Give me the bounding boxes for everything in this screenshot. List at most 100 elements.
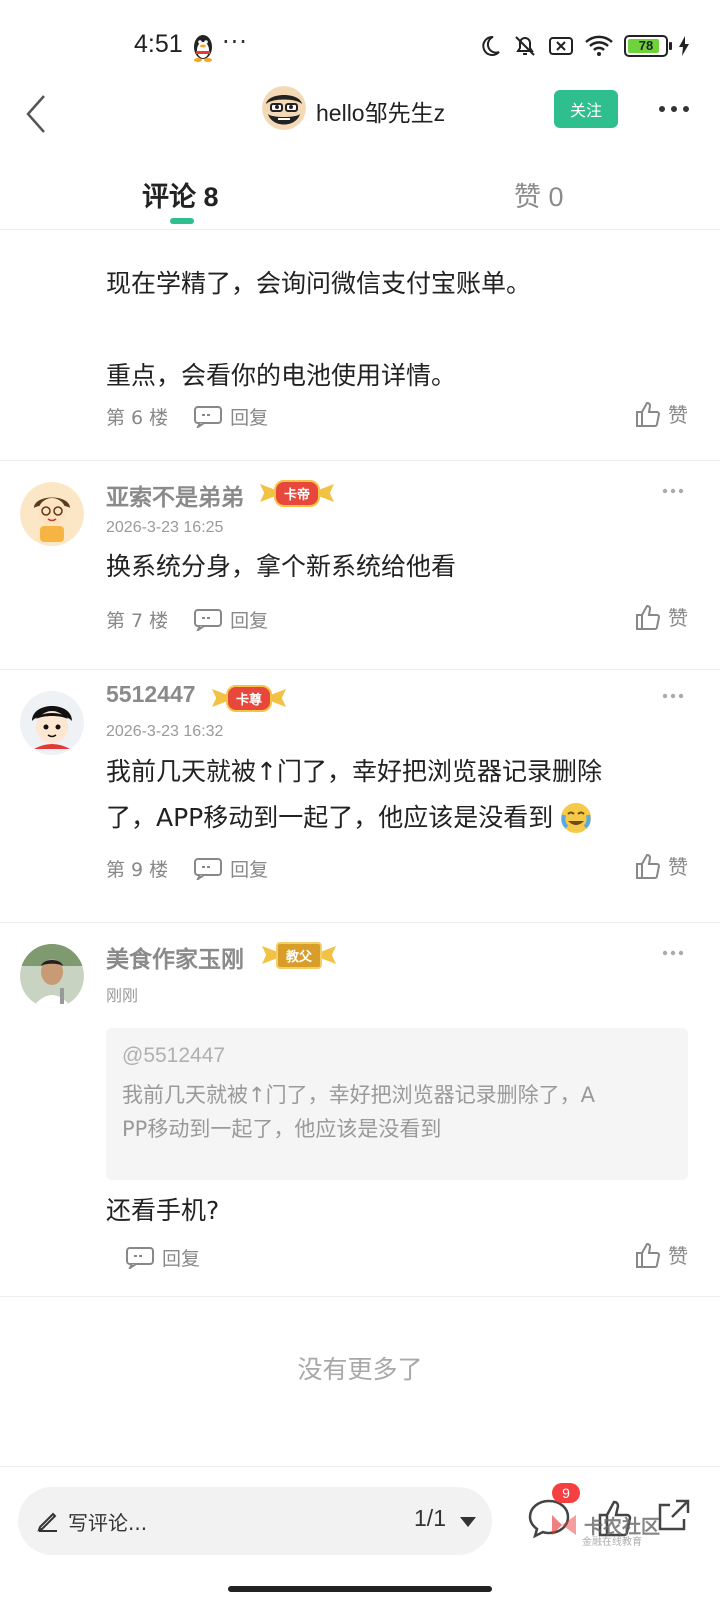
reply-bubble-icon	[194, 857, 223, 880]
avatar[interactable]	[20, 691, 84, 755]
quoted-line: PP移动到一起了，他应该是没看到	[122, 1117, 442, 1141]
username[interactable]: 亚索不是弟弟	[106, 478, 244, 512]
sim-off-icon	[549, 37, 573, 55]
comment-body: 我前几天就被↑门了，幸好把浏览器记录删除 了，APP移动到一起了，他应该是没看到	[106, 749, 676, 841]
quoted-comment[interactable]: @5512447 我前几天就被↑门了，幸好把浏览器记录删除了，A PP移动到一起…	[106, 1028, 688, 1180]
reply-bubble-icon	[194, 405, 223, 428]
comment-count-badge: 9	[552, 1483, 580, 1503]
avatar[interactable]	[20, 482, 84, 546]
like-button[interactable]: 赞	[634, 851, 688, 880]
moon-icon	[482, 35, 500, 56]
badge-wing-left-icon	[262, 946, 276, 964]
reply-bubble-icon	[126, 1246, 154, 1269]
floor-number: 第 7 楼	[106, 610, 169, 632]
comment-more-icon[interactable]	[662, 487, 684, 495]
thumbs-up-icon	[636, 604, 661, 630]
reply-button[interactable]: 回复	[194, 855, 268, 882]
comment-line: 现在学精了，会询问微信支付宝账单。	[106, 269, 532, 298]
share-icon[interactable]	[656, 1497, 692, 1533]
page-indicator[interactable]: 1/1	[414, 1505, 446, 1532]
comment-meta: 回复	[100, 1244, 200, 1271]
reply-bubble-icon	[194, 608, 223, 631]
like-button[interactable]: 赞	[634, 1240, 688, 1269]
thumbs-up-icon	[636, 853, 661, 879]
comment-time: 2026-3-23 16:32	[106, 723, 224, 740]
badge-wing-right-icon	[272, 689, 286, 707]
comment-more-icon[interactable]	[662, 692, 684, 700]
reply-label: 回复	[230, 859, 269, 881]
badge-label: 卡帝	[274, 479, 321, 507]
tab-likes[interactable]: 赞 0	[514, 175, 564, 214]
no-more-indicator: 没有更多了	[297, 1355, 423, 1384]
badge-wing-right-icon	[320, 484, 334, 502]
comment-body: 还看手机?	[106, 1196, 220, 1225]
level-badge: 卡帝	[260, 479, 334, 507]
more-horizontal-icon[interactable]	[654, 94, 694, 124]
watermark-subtext: 金融在线教育	[582, 1537, 642, 1548]
battery-icon: 78	[624, 35, 672, 57]
username[interactable]: 美食作家玉刚	[106, 940, 244, 974]
comment-latest: 美食作家玉刚 教父 刚刚 @5512447 我前几天就被↑门了，幸好把浏览器记录…	[0, 924, 720, 1297]
status-more-dots: ···	[222, 28, 248, 56]
comment-line: 了，APP移动到一起了，他应该是没看到	[106, 795, 676, 841]
chevron-down-icon[interactable]	[460, 1517, 476, 1527]
comment-line-text: 了，APP移动到一起了，他应该是没看到	[106, 803, 554, 832]
charging-bolt-icon	[679, 36, 689, 56]
floor-number: 第 9 楼	[106, 859, 169, 881]
level-badge: 卡尊	[212, 684, 286, 712]
mute-bell-icon	[515, 36, 535, 56]
watermark: 卡农社区 金融在线教育	[548, 1509, 660, 1548]
reply-button[interactable]: 回复	[194, 606, 268, 633]
reply-label: 回复	[230, 407, 269, 429]
status-bar: 4:51 ··· 78	[0, 0, 720, 90]
badge-label: 卡尊	[226, 684, 273, 712]
reply-button[interactable]: 回复	[194, 403, 268, 430]
write-comment-placeholder: 写评论...	[68, 1511, 148, 1535]
comment-meta: 第 6 楼 回复	[106, 403, 268, 430]
reply-label: 回复	[230, 610, 269, 632]
comment-meta: 第 9 楼 回复	[106, 855, 268, 882]
like-label: 赞	[668, 855, 688, 879]
write-comment-input[interactable]: 写评论... 1/1	[18, 1487, 492, 1555]
active-tab-indicator	[170, 218, 194, 224]
quoted-text: 我前几天就被↑门了，幸好把浏览器记录删除了，A PP移动到一起了，他应该是没看到	[122, 1078, 672, 1146]
comment-time: 刚刚	[106, 988, 139, 1005]
back-chevron-icon[interactable]	[14, 88, 54, 138]
status-time: 4:51	[134, 30, 183, 58]
thumbs-up-icon	[636, 1242, 661, 1268]
like-button[interactable]: 赞	[634, 399, 688, 428]
top-nav-bar: hello邹先生z 关注	[0, 80, 720, 150]
badge-label: 教父	[276, 941, 323, 969]
home-indicator[interactable]	[228, 1586, 492, 1592]
reply-button[interactable]: 回复	[126, 1244, 200, 1271]
avatar[interactable]	[20, 944, 84, 1008]
battery-level: 78	[638, 38, 654, 53]
badge-wing-left-icon	[212, 689, 226, 707]
tab-comments[interactable]: 评论 8	[142, 175, 219, 214]
level-badge: 教父	[262, 941, 336, 969]
comment-line: 重点，会看你的电池使用详情。	[106, 361, 457, 390]
comment-line	[106, 307, 676, 353]
bottom-action-bar: 写评论... 1/1 9 卡农社区 金融在线教育	[0, 1466, 720, 1576]
like-button[interactable]: 赞	[634, 602, 688, 631]
comment-meta: 第 7 楼 回复	[106, 606, 268, 633]
like-label: 赞	[668, 606, 688, 630]
comment-floor-7: 亚索不是弟弟 卡帝 2026-3-23 16:25 换系统分身，拿个新系统给他看…	[0, 462, 720, 670]
comment-line: 我前几天就被↑门了，幸好把浏览器记录删除	[106, 757, 602, 786]
author-avatar[interactable]	[262, 86, 306, 130]
username[interactable]: 5512447	[106, 681, 196, 708]
quoted-user: @5512447	[122, 1044, 226, 1067]
comment-floor-6: 现在学精了，会询问微信支付宝账单。 重点，会看你的电池使用详情。 第 6 楼 回…	[0, 231, 720, 461]
qq-penguin-icon	[194, 35, 212, 62]
author-name[interactable]: hello邹先生z	[316, 94, 445, 128]
comment-body: 换系统分身，拿个新系统给他看	[106, 552, 457, 581]
crying-laughing-emoji-icon	[561, 803, 592, 833]
like-label: 赞	[668, 1244, 688, 1268]
follow-button[interactable]: 关注	[554, 90, 618, 128]
comment-time: 2026-3-23 16:25	[106, 519, 224, 536]
comment-floor-9: 5512447 卡尊 2026-3-23 16:32 我前几天就被↑门了，幸好把…	[0, 671, 720, 923]
comment-more-icon[interactable]	[662, 949, 684, 957]
kanong-logo-icon	[552, 1515, 576, 1535]
thumbs-up-icon	[636, 401, 661, 427]
comment-body: 现在学精了，会询问微信支付宝账单。 重点，会看你的电池使用详情。	[106, 261, 676, 399]
